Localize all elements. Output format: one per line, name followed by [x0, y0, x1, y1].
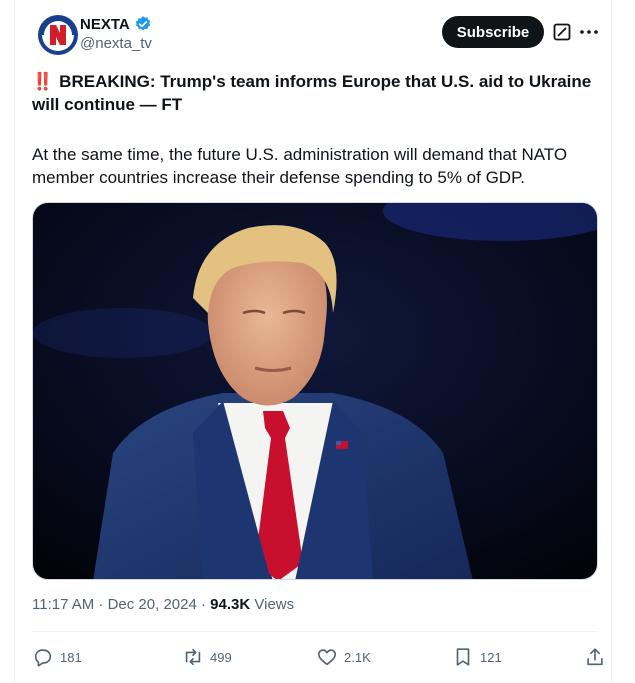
- bookmark-icon: [456, 648, 470, 666]
- reply-button[interactable]: 181: [32, 646, 82, 668]
- grok-icon[interactable]: [552, 22, 572, 42]
- portrait-photo: [33, 203, 597, 579]
- meta-separator: ·: [196, 596, 211, 613]
- like-icon: [317, 649, 337, 666]
- name-row: NEXTA: [80, 15, 152, 33]
- headline-text: BREAKING: Trump's team informs Europe th…: [32, 72, 592, 114]
- post-image[interactable]: [32, 202, 598, 580]
- avatar[interactable]: [36, 13, 80, 57]
- reply-count: 181: [60, 649, 82, 665]
- verified-badge-icon: [135, 16, 150, 31]
- subscribe-button[interactable]: Subscribe: [442, 16, 544, 48]
- views-label: Views: [254, 596, 295, 613]
- post-meta: 11:17 AM · Dec 20, 2024 · 94.3K Views: [32, 596, 294, 613]
- tweet-card: NEXTA @nexta_tv Subscribe ‼️ BREAKING: Tr…: [14, 0, 612, 683]
- action-bar: 181 499 2.1K 121: [32, 640, 603, 674]
- post-headline: ‼️ BREAKING: Trump's team informs Europe …: [32, 70, 602, 116]
- like-button[interactable]: 2.1K: [316, 646, 371, 668]
- repost-button[interactable]: 499: [182, 646, 232, 668]
- author-block: NEXTA @nexta_tv: [80, 15, 152, 53]
- timestamp[interactable]: 11:17 AM · Dec 20, 2024: [32, 596, 197, 613]
- views-count: 94.3K: [210, 596, 251, 613]
- more-icon[interactable]: [578, 22, 600, 42]
- author-display-name[interactable]: NEXTA: [80, 16, 130, 33]
- alert-icon: ‼️: [32, 72, 54, 91]
- repost-icon: [185, 648, 201, 666]
- post-body: At the same time, the future U.S. admini…: [32, 145, 568, 187]
- author-handle[interactable]: @nexta_tv: [80, 35, 152, 52]
- like-count: 2.1K: [344, 649, 371, 665]
- bookmark-button[interactable]: 121: [452, 646, 502, 668]
- divider: [32, 631, 598, 632]
- nexta-logo: [38, 15, 78, 55]
- share-icon: [587, 648, 603, 666]
- reply-icon: [34, 649, 52, 667]
- bookmark-count: 121: [480, 649, 502, 665]
- share-button[interactable]: [584, 646, 606, 668]
- repost-count: 499: [210, 649, 232, 665]
